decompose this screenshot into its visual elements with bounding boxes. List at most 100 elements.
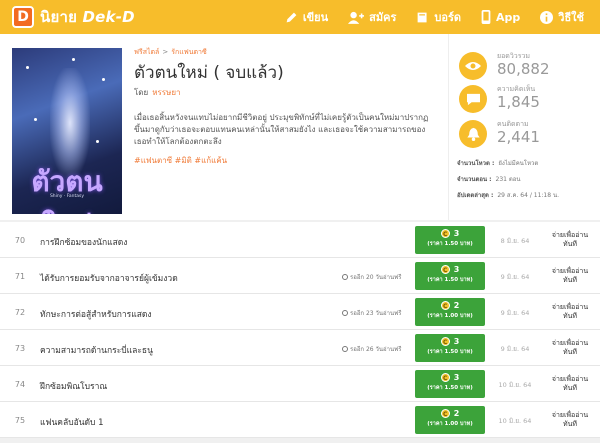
chapter-title[interactable]: แฟนคลับอันดับ 1 (40, 415, 104, 429)
price-baht: (ราคา 1.00 บาท) (427, 421, 473, 427)
meta-value: 231 ตอน (495, 176, 521, 183)
buy-to-read-link[interactable]: จ่ายเพื่ออ่านทันที (546, 375, 594, 393)
stat-views: ยอดวิวรวม 80,882 (459, 50, 599, 82)
buy-to-read-link[interactable]: จ่ายเพื่ออ่านทันที (546, 411, 594, 429)
coin-icon: C (440, 301, 450, 310)
cover-title: ตัวตน ใหม่ (31, 165, 103, 214)
nav-label: App (496, 10, 521, 24)
cover-star (26, 66, 29, 69)
stat-value: 1,845 (497, 93, 540, 111)
meta-label: อัปเดตล่าสุด : (457, 192, 494, 199)
free-countdown: รออีก 20 วันอ่านฟรี (342, 272, 402, 282)
novel-tags[interactable]: #แฟนตาซี #มิติ #แก้แค้น (134, 154, 227, 167)
chapter-title[interactable]: ความสามารถด้านกระบี่และธนู (40, 343, 153, 357)
price-baht: (ราคา 1.50 บาท) (427, 277, 473, 283)
meta-chapters: จำนวนตอน :231 ตอน (457, 174, 521, 184)
meta-value: ยังไม่มีคนโหวต (498, 160, 539, 167)
coin-icon: C (440, 229, 450, 238)
cover-star (72, 58, 75, 61)
brand-name-latin: Dek-D (82, 8, 135, 26)
nav-write[interactable]: เขียน (285, 8, 328, 26)
chapter-row[interactable]: 75 แฟนคลับอันดับ 1 C2 (ราคา 1.00 บาท) 10… (0, 402, 600, 438)
chapter-date: 8 มิ.ย. 64 (500, 237, 530, 245)
chapter-number: 74 (14, 380, 26, 389)
author-link[interactable]: หรรษยา (152, 88, 180, 97)
stat-value: 80,882 (497, 60, 550, 78)
coin-amount: 3 (453, 373, 460, 382)
cover-star (102, 78, 105, 81)
nav-label: เขียน (302, 11, 329, 24)
book-icon (417, 12, 427, 22)
top-navbar: D นิยาย Dek-D เขียน สมัคร บอร์ด App วิธี… (0, 0, 600, 34)
price-button[interactable]: C3 (ราคา 1.50 บาท) (415, 334, 485, 362)
clock-icon (342, 310, 348, 316)
chapter-title[interactable]: ทักษะการต่อสู้สำหรับการแสดง (40, 307, 152, 321)
logo-badge: D (12, 6, 34, 28)
novel-cover-image[interactable]: ตัวตน ใหม่ Shiny · Fantasy (12, 48, 122, 214)
cover-star (34, 118, 37, 121)
chapter-date: 9 มิ.ย. 64 (500, 273, 530, 281)
free-countdown-text: รออีก 26 วันอ่านฟรี (350, 346, 402, 353)
free-countdown-text: รออีก 20 วันอ่านฟรี (350, 274, 402, 281)
chapter-number: 71 (14, 272, 26, 281)
phone-icon (481, 10, 491, 24)
nav-menu: เขียน สมัคร บอร์ด App วิธีใช้ (285, 8, 584, 26)
chapter-number: 70 (14, 236, 26, 245)
breadcrumb-subcategory[interactable]: รักแฟนตาซี (171, 48, 206, 56)
chapter-row[interactable]: 72 ทักษะการต่อสู้สำหรับการแสดง รออีก 23 … (0, 294, 600, 330)
price-button[interactable]: C2 (ราคา 1.00 บาท) (415, 406, 485, 434)
nav-label: บอร์ด (434, 11, 461, 24)
site-logo[interactable]: D นิยาย Dek-D (12, 5, 135, 29)
chapter-row[interactable]: 71 ได้รับการยอมรับจากอาจารย์ผู้เข้มงวด ร… (0, 258, 600, 294)
buy-to-read-link[interactable]: จ่ายเพื่ออ่านทันที (546, 231, 594, 249)
coin-amount: 3 (453, 229, 460, 238)
novel-title: ตัวตนใหม่ ( จบแล้ว) (134, 63, 284, 83)
breadcrumb-category[interactable]: ฟรีสไตล์ (134, 48, 159, 56)
price-button[interactable]: C3 (ราคา 1.50 บาท) (415, 370, 485, 398)
comment-icon (459, 85, 487, 113)
nav-label: วิธีใช้ (558, 11, 584, 24)
novel-synopsis: เมื่อเธอสิ้นหวังจนแทบไม่อยากมีชีวิตอยู่ … (134, 113, 429, 146)
info-icon (540, 10, 554, 24)
chapter-number: 72 (14, 308, 26, 317)
chapter-number: 73 (14, 344, 26, 353)
chapter-title[interactable]: ได้รับการยอมรับจากอาจารย์ผู้เข้มงวด (40, 271, 178, 285)
meta-label: จำนวนโหวต : (457, 160, 495, 167)
chapter-row[interactable]: 74 ฝึกซ้อมพิณโบราณ C3 (ราคา 1.50 บาท) 10… (0, 366, 600, 402)
clock-icon (342, 274, 348, 280)
chapter-title[interactable]: การฝึกซ้อมของนักแสดง (40, 235, 127, 249)
coin-icon: C (440, 337, 450, 346)
nav-board[interactable]: บอร์ด (416, 8, 461, 26)
author-line: โดย หรรษยา (134, 86, 181, 99)
nav-app[interactable]: App (481, 10, 520, 24)
price-baht: (ราคา 1.50 บาท) (427, 385, 473, 391)
price-baht: (ราคา 1.50 บาท) (427, 349, 473, 355)
clock-icon (342, 346, 348, 352)
price-button[interactable]: C3 (ราคา 1.50 บาท) (415, 262, 485, 290)
stat-comments[interactable]: ความคิดเห็น 1,845 (459, 83, 599, 115)
chapter-date: 10 มิ.ย. 64 (498, 417, 532, 425)
price-button[interactable]: C2 (ราคา 1.00 บาท) (415, 298, 485, 326)
stat-followers: คนติดตาม 2,441 (459, 118, 599, 150)
coin-amount: 3 (453, 337, 460, 346)
chapter-row[interactable]: 73 ความสามารถด้านกระบี่และธนู รออีก 26 ว… (0, 330, 600, 366)
eye-icon (459, 52, 487, 80)
buy-to-read-link[interactable]: จ่ายเพื่ออ่านทันที (546, 339, 594, 357)
chapter-date: 9 มิ.ย. 64 (500, 309, 530, 317)
nav-register[interactable]: สมัคร (348, 8, 396, 26)
buy-to-read-link[interactable]: จ่ายเพื่ออ่านทันที (546, 267, 594, 285)
nav-label: สมัคร (369, 11, 397, 24)
price-button[interactable]: C3 (ราคา 1.50 บาท) (415, 226, 485, 254)
buy-to-read-link[interactable]: จ่ายเพื่ออ่านทันที (546, 303, 594, 321)
author-prefix: โดย (134, 88, 149, 97)
chapter-title[interactable]: ฝึกซ้อมพิณโบราณ (40, 379, 107, 393)
coin-icon: C (440, 409, 450, 418)
chapter-row[interactable]: 70 การฝึกซ้อมของนักแสดง C3 (ราคา 1.50 บา… (0, 222, 600, 258)
nav-help[interactable]: วิธีใช้ (540, 8, 584, 26)
cover-star (96, 140, 99, 143)
bell-icon (459, 120, 487, 148)
free-countdown: รออีก 23 วันอ่านฟรี (342, 308, 402, 318)
novel-stats-panel: ยอดวิวรวม 80,882 ความคิดเห็น 1,845 คนติด… (448, 34, 600, 220)
coin-amount: 2 (453, 409, 460, 418)
logo-text: นิยาย Dek-D (40, 5, 135, 29)
